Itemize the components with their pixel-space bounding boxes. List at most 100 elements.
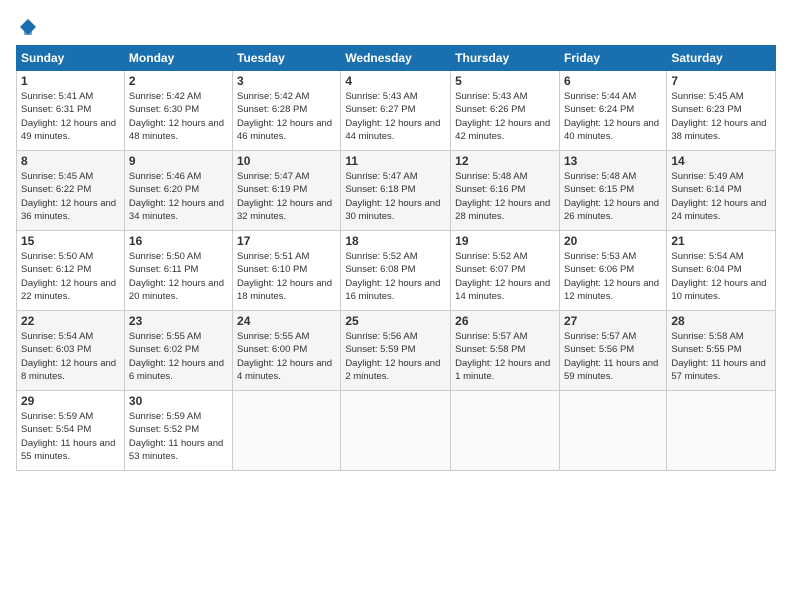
day-info: Sunrise: 5:50 AMSunset: 6:12 PMDaylight:… (21, 251, 116, 302)
day-number: 18 (345, 234, 446, 248)
day-number: 5 (455, 74, 555, 88)
day-number: 2 (129, 74, 228, 88)
day-number: 13 (564, 154, 662, 168)
calendar-cell: 21 Sunrise: 5:54 AMSunset: 6:04 PMDaylig… (667, 231, 776, 311)
calendar-cell: 18 Sunrise: 5:52 AMSunset: 6:08 PMDaylig… (341, 231, 451, 311)
calendar-cell: 2 Sunrise: 5:42 AMSunset: 6:30 PMDayligh… (124, 71, 232, 151)
header (16, 16, 776, 37)
weekday-header-monday: Monday (124, 46, 232, 71)
day-number: 19 (455, 234, 555, 248)
day-info: Sunrise: 5:47 AMSunset: 6:19 PMDaylight:… (237, 171, 332, 222)
calendar-cell: 8 Sunrise: 5:45 AMSunset: 6:22 PMDayligh… (17, 151, 125, 231)
calendar-cell (667, 391, 776, 471)
day-number: 29 (21, 394, 120, 408)
calendar-week-0: 1 Sunrise: 5:41 AMSunset: 6:31 PMDayligh… (17, 71, 776, 151)
calendar-cell: 20 Sunrise: 5:53 AMSunset: 6:06 PMDaylig… (559, 231, 666, 311)
day-number: 10 (237, 154, 336, 168)
day-info: Sunrise: 5:47 AMSunset: 6:18 PMDaylight:… (345, 171, 440, 222)
calendar-cell: 11 Sunrise: 5:47 AMSunset: 6:18 PMDaylig… (341, 151, 451, 231)
day-number: 3 (237, 74, 336, 88)
day-info: Sunrise: 5:43 AMSunset: 6:26 PMDaylight:… (455, 91, 550, 142)
day-info: Sunrise: 5:55 AMSunset: 6:00 PMDaylight:… (237, 331, 332, 382)
day-info: Sunrise: 5:59 AMSunset: 5:52 PMDaylight:… (129, 411, 223, 462)
day-number: 16 (129, 234, 228, 248)
calendar-cell: 23 Sunrise: 5:55 AMSunset: 6:02 PMDaylig… (124, 311, 232, 391)
calendar: SundayMondayTuesdayWednesdayThursdayFrid… (16, 45, 776, 471)
calendar-cell: 17 Sunrise: 5:51 AMSunset: 6:10 PMDaylig… (233, 231, 341, 311)
day-number: 25 (345, 314, 446, 328)
weekday-header-sunday: Sunday (17, 46, 125, 71)
calendar-cell (233, 391, 341, 471)
calendar-cell: 9 Sunrise: 5:46 AMSunset: 6:20 PMDayligh… (124, 151, 232, 231)
day-info: Sunrise: 5:45 AMSunset: 6:22 PMDaylight:… (21, 171, 116, 222)
weekday-header-wednesday: Wednesday (341, 46, 451, 71)
day-info: Sunrise: 5:48 AMSunset: 6:15 PMDaylight:… (564, 171, 659, 222)
calendar-cell: 4 Sunrise: 5:43 AMSunset: 6:27 PMDayligh… (341, 71, 451, 151)
day-number: 26 (455, 314, 555, 328)
day-number: 28 (671, 314, 771, 328)
calendar-cell: 10 Sunrise: 5:47 AMSunset: 6:19 PMDaylig… (233, 151, 341, 231)
day-info: Sunrise: 5:59 AMSunset: 5:54 PMDaylight:… (21, 411, 115, 462)
day-info: Sunrise: 5:41 AMSunset: 6:31 PMDaylight:… (21, 91, 116, 142)
day-info: Sunrise: 5:52 AMSunset: 6:08 PMDaylight:… (345, 251, 440, 302)
day-info: Sunrise: 5:58 AMSunset: 5:55 PMDaylight:… (671, 331, 765, 382)
calendar-cell: 30 Sunrise: 5:59 AMSunset: 5:52 PMDaylig… (124, 391, 232, 471)
calendar-cell: 5 Sunrise: 5:43 AMSunset: 6:26 PMDayligh… (451, 71, 560, 151)
logo-icon (18, 17, 38, 37)
calendar-cell: 14 Sunrise: 5:49 AMSunset: 6:14 PMDaylig… (667, 151, 776, 231)
calendar-cell: 16 Sunrise: 5:50 AMSunset: 6:11 PMDaylig… (124, 231, 232, 311)
day-info: Sunrise: 5:53 AMSunset: 6:06 PMDaylight:… (564, 251, 659, 302)
day-number: 21 (671, 234, 771, 248)
day-info: Sunrise: 5:57 AMSunset: 5:56 PMDaylight:… (564, 331, 658, 382)
day-number: 8 (21, 154, 120, 168)
day-number: 9 (129, 154, 228, 168)
day-info: Sunrise: 5:43 AMSunset: 6:27 PMDaylight:… (345, 91, 440, 142)
weekday-header-thursday: Thursday (451, 46, 560, 71)
day-info: Sunrise: 5:50 AMSunset: 6:11 PMDaylight:… (129, 251, 224, 302)
calendar-cell: 24 Sunrise: 5:55 AMSunset: 6:00 PMDaylig… (233, 311, 341, 391)
calendar-week-2: 15 Sunrise: 5:50 AMSunset: 6:12 PMDaylig… (17, 231, 776, 311)
day-info: Sunrise: 5:46 AMSunset: 6:20 PMDaylight:… (129, 171, 224, 222)
calendar-cell: 22 Sunrise: 5:54 AMSunset: 6:03 PMDaylig… (17, 311, 125, 391)
calendar-cell: 3 Sunrise: 5:42 AMSunset: 6:28 PMDayligh… (233, 71, 341, 151)
calendar-cell: 19 Sunrise: 5:52 AMSunset: 6:07 PMDaylig… (451, 231, 560, 311)
day-info: Sunrise: 5:49 AMSunset: 6:14 PMDaylight:… (671, 171, 766, 222)
day-info: Sunrise: 5:42 AMSunset: 6:30 PMDaylight:… (129, 91, 224, 142)
calendar-cell (559, 391, 666, 471)
calendar-week-3: 22 Sunrise: 5:54 AMSunset: 6:03 PMDaylig… (17, 311, 776, 391)
day-number: 1 (21, 74, 120, 88)
calendar-cell: 28 Sunrise: 5:58 AMSunset: 5:55 PMDaylig… (667, 311, 776, 391)
calendar-cell: 7 Sunrise: 5:45 AMSunset: 6:23 PMDayligh… (667, 71, 776, 151)
day-number: 11 (345, 154, 446, 168)
day-number: 27 (564, 314, 662, 328)
day-info: Sunrise: 5:54 AMSunset: 6:04 PMDaylight:… (671, 251, 766, 302)
calendar-cell: 6 Sunrise: 5:44 AMSunset: 6:24 PMDayligh… (559, 71, 666, 151)
day-number: 6 (564, 74, 662, 88)
calendar-cell: 15 Sunrise: 5:50 AMSunset: 6:12 PMDaylig… (17, 231, 125, 311)
logo (16, 16, 38, 37)
day-info: Sunrise: 5:55 AMSunset: 6:02 PMDaylight:… (129, 331, 224, 382)
day-info: Sunrise: 5:44 AMSunset: 6:24 PMDaylight:… (564, 91, 659, 142)
day-number: 12 (455, 154, 555, 168)
day-number: 24 (237, 314, 336, 328)
weekday-header-tuesday: Tuesday (233, 46, 341, 71)
page: SundayMondayTuesdayWednesdayThursdayFrid… (0, 0, 792, 612)
day-number: 22 (21, 314, 120, 328)
calendar-cell: 12 Sunrise: 5:48 AMSunset: 6:16 PMDaylig… (451, 151, 560, 231)
day-info: Sunrise: 5:51 AMSunset: 6:10 PMDaylight:… (237, 251, 332, 302)
calendar-cell: 13 Sunrise: 5:48 AMSunset: 6:15 PMDaylig… (559, 151, 666, 231)
day-info: Sunrise: 5:54 AMSunset: 6:03 PMDaylight:… (21, 331, 116, 382)
day-number: 4 (345, 74, 446, 88)
day-number: 14 (671, 154, 771, 168)
calendar-cell (451, 391, 560, 471)
calendar-cell: 1 Sunrise: 5:41 AMSunset: 6:31 PMDayligh… (17, 71, 125, 151)
day-number: 15 (21, 234, 120, 248)
calendar-week-1: 8 Sunrise: 5:45 AMSunset: 6:22 PMDayligh… (17, 151, 776, 231)
calendar-week-4: 29 Sunrise: 5:59 AMSunset: 5:54 PMDaylig… (17, 391, 776, 471)
day-info: Sunrise: 5:48 AMSunset: 6:16 PMDaylight:… (455, 171, 550, 222)
weekday-header-saturday: Saturday (667, 46, 776, 71)
day-info: Sunrise: 5:52 AMSunset: 6:07 PMDaylight:… (455, 251, 550, 302)
calendar-cell: 26 Sunrise: 5:57 AMSunset: 5:58 PMDaylig… (451, 311, 560, 391)
day-info: Sunrise: 5:56 AMSunset: 5:59 PMDaylight:… (345, 331, 440, 382)
calendar-cell (341, 391, 451, 471)
